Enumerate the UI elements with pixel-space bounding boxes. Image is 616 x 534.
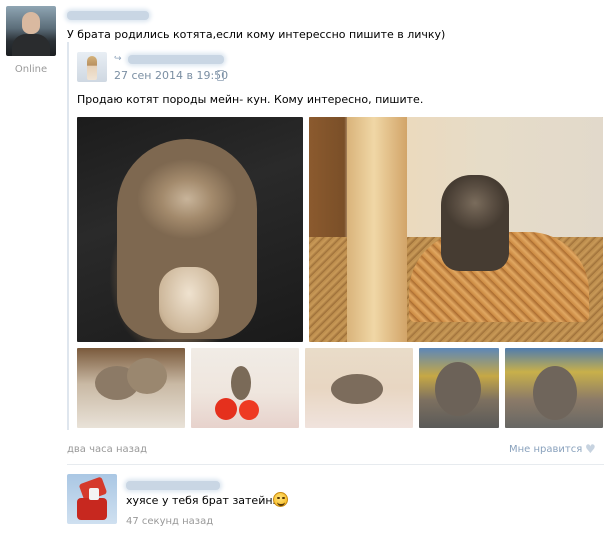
commenter-name-blurred[interactable] <box>126 481 220 490</box>
thumbnail-kitten-lying[interactable] <box>305 348 413 428</box>
avatar-face <box>22 12 40 34</box>
repost-date[interactable]: 27 сен 2014 в 19:50 <box>114 69 228 82</box>
kitten-shape <box>533 366 577 420</box>
comment-text: хуясе у тебя брат затейник <box>126 494 287 507</box>
kitten-shape <box>435 362 481 416</box>
photo-kitten-on-basket[interactable] <box>309 117 603 342</box>
thumbnail-kitten-sitting[interactable] <box>505 348 603 428</box>
laughing-face-icon <box>273 492 288 507</box>
online-status: Online <box>14 64 48 75</box>
repost-author-name-blurred[interactable] <box>128 55 224 64</box>
kitten-shape <box>231 366 251 400</box>
comments-divider <box>67 464 604 465</box>
comment-time[interactable]: 47 секунд назад <box>126 516 213 527</box>
kitten-shape <box>441 175 509 271</box>
commenter-avatar[interactable] <box>67 474 117 524</box>
kitten-shape <box>331 374 383 404</box>
kitten-paw <box>159 267 219 333</box>
heart-icon[interactable]: ♥ <box>585 443 596 455</box>
emoji-eye <box>282 497 285 499</box>
emoji-eye <box>277 497 280 499</box>
emoji-mouth <box>277 501 285 506</box>
avatar-shape <box>89 488 99 500</box>
thumbnail-kittens-on-blanket[interactable] <box>77 348 185 428</box>
avatar-body <box>12 34 50 56</box>
repost-text: Продаю котят породы мейн- кун. Кому инте… <box>77 93 424 106</box>
thumbnail-kitten-front[interactable] <box>419 348 499 428</box>
kitten-shape <box>127 358 167 394</box>
like-button[interactable]: Мне нравится <box>509 444 582 455</box>
post-time-ago[interactable]: два часа назад <box>67 444 147 455</box>
avatar-person <box>87 56 97 80</box>
apple-shape <box>239 400 259 420</box>
author-avatar[interactable] <box>6 6 56 56</box>
repost-author-avatar[interactable] <box>77 52 107 82</box>
post-text: У брата родились котята,если кому интере… <box>67 28 446 41</box>
repost-arrow-icon: ↪ <box>114 54 122 64</box>
mobile-phone-icon <box>217 70 224 81</box>
author-name-blurred[interactable] <box>67 11 149 20</box>
apple-shape <box>215 398 237 420</box>
photo-kitten-sleeping[interactable] <box>77 117 303 342</box>
avatar-shape <box>77 498 107 520</box>
repost-border <box>67 42 69 430</box>
thumbnail-kitten-with-apples[interactable] <box>191 348 299 428</box>
photo-wooden-post <box>347 117 407 342</box>
